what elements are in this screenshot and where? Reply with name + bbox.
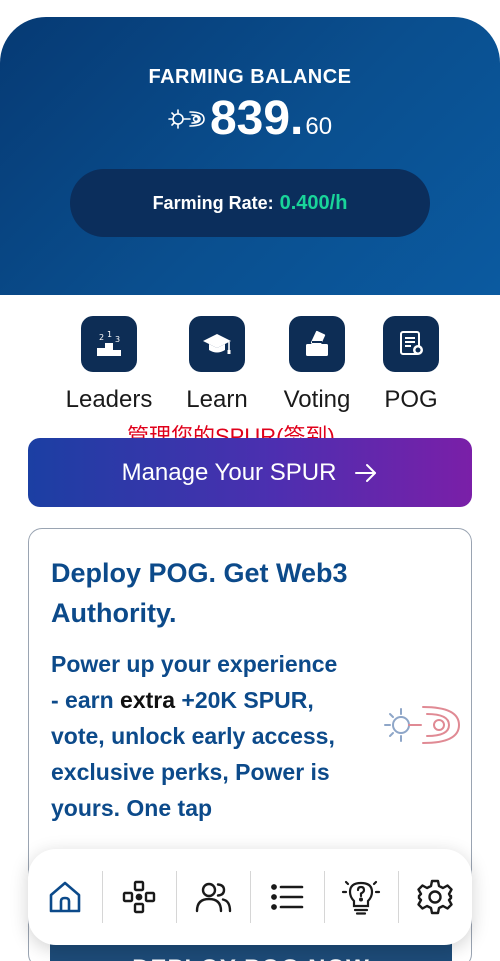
nav-label-leaders: Leaders bbox=[65, 386, 153, 413]
nav-label-learn: Learn bbox=[186, 386, 248, 413]
nav-label-pog: POG bbox=[384, 386, 438, 413]
nav-tile-pog[interactable]: POG bbox=[380, 316, 442, 414]
nav-tile-voting[interactable]: Voting bbox=[274, 316, 360, 414]
promo-body-part2: extra bbox=[113, 687, 182, 713]
farming-rate-pill: Farming Rate: 0.400/h bbox=[70, 169, 430, 237]
bottom-nav-bar bbox=[28, 849, 472, 945]
farming-balance-card: FARMING BALANCE 839. 60 Farming Rate: 0.… bbox=[0, 17, 500, 295]
manage-spur-label: Manage Your SPUR bbox=[121, 458, 337, 486]
nav-tile-learn[interactable]: Learn bbox=[172, 316, 262, 414]
lightbulb-question-icon bbox=[341, 880, 381, 915]
balance-amount: 839. 60 bbox=[0, 95, 500, 143]
home-icon bbox=[49, 881, 81, 913]
podium-icon: 2 1 3 bbox=[97, 330, 121, 356]
ballot-box-icon bbox=[306, 330, 328, 356]
manage-spur-button[interactable]: Manage Your SPUR bbox=[28, 438, 472, 507]
arrow-right-icon bbox=[355, 463, 377, 482]
gamepad-icon bbox=[122, 880, 156, 914]
graduation-cap-icon bbox=[203, 334, 231, 354]
spur-logo-icon bbox=[168, 109, 205, 129]
bottom-nav-community[interactable] bbox=[176, 865, 250, 929]
farming-rate-label: Farming Rate: bbox=[152, 192, 274, 213]
users-icon bbox=[195, 882, 232, 913]
balance-decimal: 60 bbox=[305, 113, 333, 140]
promo-title: Deploy POG. Get Web3 Authority. bbox=[51, 558, 348, 628]
bottom-nav-home[interactable] bbox=[28, 865, 102, 929]
bottom-nav-tasks[interactable] bbox=[250, 865, 324, 929]
balance-integer: 839. bbox=[209, 92, 304, 145]
bottom-nav-settings[interactable] bbox=[398, 865, 472, 929]
gear-icon bbox=[417, 879, 453, 915]
nav-label-voting: Voting bbox=[283, 386, 351, 413]
bottom-nav-games[interactable] bbox=[102, 865, 176, 929]
nav-tile-leaders[interactable]: 2 1 3 Leaders bbox=[62, 316, 156, 414]
svg-text:2: 2 bbox=[99, 333, 104, 342]
spur-logo-icon bbox=[384, 706, 461, 744]
certificate-icon bbox=[400, 331, 423, 355]
quick-nav: 2 1 3 Leaders Learn Voting POG bbox=[0, 316, 500, 416]
svg-text:3: 3 bbox=[115, 335, 120, 344]
promo-body: Power up your experience - earn extra +2… bbox=[51, 646, 351, 826]
farming-rate-value: 0.400/h bbox=[279, 191, 348, 214]
bottom-nav-ideas[interactable] bbox=[324, 865, 398, 929]
list-icon bbox=[271, 884, 304, 910]
svg-text:1: 1 bbox=[107, 330, 112, 339]
farming-balance-title: FARMING BALANCE bbox=[148, 66, 352, 88]
